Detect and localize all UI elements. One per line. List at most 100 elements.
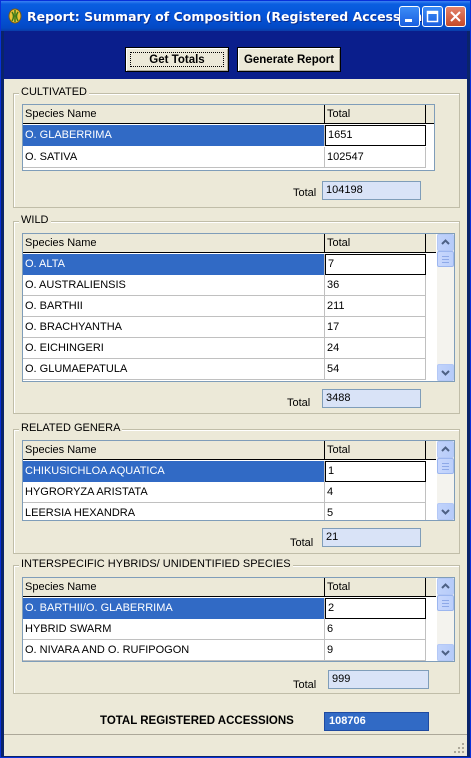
scroll-down-icon [441,370,450,376]
species-total: 17 [325,317,426,338]
species-name: O. BRACHYANTHA [23,317,325,338]
scroll-down-button[interactable] [437,364,454,381]
col-total[interactable]: Total [325,578,426,597]
scroll-down-button[interactable] [437,644,454,661]
generate-report-button[interactable]: Generate Report [237,47,341,72]
table-row[interactable]: HYBRID SWARM 6 [23,619,426,640]
species-name: LEERSIA HEXANDRA [23,503,325,520]
hybrids-group: INTERSPECIFIC HYBRIDS/ UNIDENTIFIED SPEC… [13,558,460,694]
species-name: CHIKUSICHLOA AQUATICA [23,461,325,482]
species-total: 102547 [325,147,426,168]
maximize-icon [426,10,439,23]
species-name: O. BARTHII/O. GLABERRIMA [23,598,325,619]
related-genera-grid[interactable]: Species Name Total CHIKUSICHLOA AQUATICA… [22,440,455,521]
species-name: O. AUSTRALIENSIS [23,275,325,296]
table-row[interactable]: O. NIVARA AND O. RUFIPOGON 9 [23,640,426,661]
species-total: 4 [325,482,426,503]
scroll-up-button[interactable] [437,578,454,595]
scroll-up-icon [441,446,450,452]
species-name: HYBRID SWARM [23,619,325,640]
related-genera-group: RELATED GENERA Species Name Total CHIKUS… [13,422,460,554]
scroll-thumb[interactable] [437,458,454,474]
col-species-name[interactable]: Species Name [23,105,325,124]
scroll-down-button[interactable] [437,503,454,520]
related-genera-scrollbar[interactable] [437,441,454,520]
grid-header: Species Name Total [23,441,436,460]
table-row[interactable]: O. ALTA 7 [23,254,426,275]
col-total[interactable]: Total [325,234,426,253]
species-total: 1 [325,461,426,482]
get-totals-button[interactable]: Get Totals [125,47,229,72]
scroll-thumb[interactable] [437,595,454,611]
wild-group: WILD Species Name Total O. ALTA 7 O. AUS… [13,214,460,414]
species-name: O. GLUMAEPATULA [23,359,325,380]
hybrids-label: INTERSPECIFIC HYBRIDS/ UNIDENTIFIED SPEC… [19,558,293,570]
table-row[interactable]: O. BARTHII 211 [23,296,426,317]
table-row[interactable]: CHIKUSICHLOA AQUATICA 1 [23,461,426,482]
cultivated-grid[interactable]: Species Name Total O. GLABERRIMA 1651 O.… [22,104,435,171]
col-species-name[interactable]: Species Name [23,578,325,597]
app-icon [8,8,22,24]
col-species-name[interactable]: Species Name [23,234,325,253]
wild-total-label: Total [287,397,311,409]
col-total[interactable]: Total [325,441,426,460]
resize-grip-icon[interactable] [453,742,465,754]
scroll-up-icon [441,239,450,245]
species-name: O. EICHINGERI [23,338,325,359]
status-bar [4,734,467,756]
cultivated-total-value: 104198 [322,181,421,200]
species-name: O. SATIVA [23,147,325,168]
title-bar[interactable]: Report: Summary of Composition (Register… [1,1,470,31]
table-row[interactable]: LEERSIA HEXANDRA 5 [23,503,426,520]
col-species-name[interactable]: Species Name [23,441,325,460]
grand-total-value: 108706 [324,712,429,731]
grid-header: Species Name Total [23,578,436,597]
species-total: 9 [325,640,426,661]
species-total: 1651 [325,125,426,146]
close-button[interactable] [445,6,466,27]
scroll-down-icon [441,509,450,515]
col-total[interactable]: Total [325,105,426,124]
window-title: Report: Summary of Composition (Register… [27,9,436,24]
cultivated-label: CULTIVATED [19,86,90,98]
cultivated-group: CULTIVATED Species Name Total O. GLABERR… [13,86,460,208]
hybrids-scrollbar[interactable] [437,578,454,661]
species-total: 211 [325,296,426,317]
species-total: 54 [325,359,426,380]
hybrids-total-value: 999 [328,670,429,689]
table-row[interactable]: O. EICHINGERI 24 [23,338,426,359]
grand-total-label: TOTAL REGISTERED ACCESSIONS [100,715,294,727]
minimize-button[interactable] [399,6,420,27]
table-row[interactable]: O. GLABERRIMA 1651 [23,125,426,146]
cultivated-total-label: Total [293,187,317,199]
wild-label: WILD [19,214,51,226]
scroll-up-button[interactable] [437,234,454,251]
table-row[interactable]: O. BARTHII/O. GLABERRIMA 2 [23,598,426,619]
species-total: 36 [325,275,426,296]
scroll-thumb[interactable] [437,251,454,267]
species-name: O. NIVARA AND O. RUFIPOGON [23,640,325,661]
hybrids-grid[interactable]: Species Name Total O. BARTHII/O. GLABERR… [22,577,455,662]
scroll-down-icon [441,650,450,656]
table-row[interactable]: O. SATIVA 102547 [23,147,426,168]
table-row[interactable]: O. GLUMAEPATULA 54 [23,359,426,380]
table-row[interactable]: O. BRACHYANTHA 17 [23,317,426,338]
table-row[interactable]: HYGRORYZA ARISTATA 4 [23,482,426,503]
species-name: O. GLABERRIMA [23,125,325,146]
grid-header: Species Name Total [23,234,436,253]
species-name: HYGRORYZA ARISTATA [23,482,325,503]
report-window: Report: Summary of Composition (Register… [0,0,471,758]
species-total: 5 [325,503,426,520]
maximize-button[interactable] [422,6,443,27]
related-genera-total-value: 21 [322,528,421,547]
wild-total-value: 3488 [322,389,421,408]
wild-grid[interactable]: Species Name Total O. ALTA 7 O. AUSTRALI… [22,233,455,382]
wild-scrollbar[interactable] [437,234,454,381]
close-icon [450,11,461,22]
species-total: 7 [325,254,426,275]
table-row[interactable]: O. AUSTRALIENSIS 36 [23,275,426,296]
species-name: O. ALTA [23,254,325,275]
scroll-up-button[interactable] [437,441,454,458]
scroll-up-icon [441,583,450,589]
toolbar: Get Totals Generate Report [4,31,467,79]
